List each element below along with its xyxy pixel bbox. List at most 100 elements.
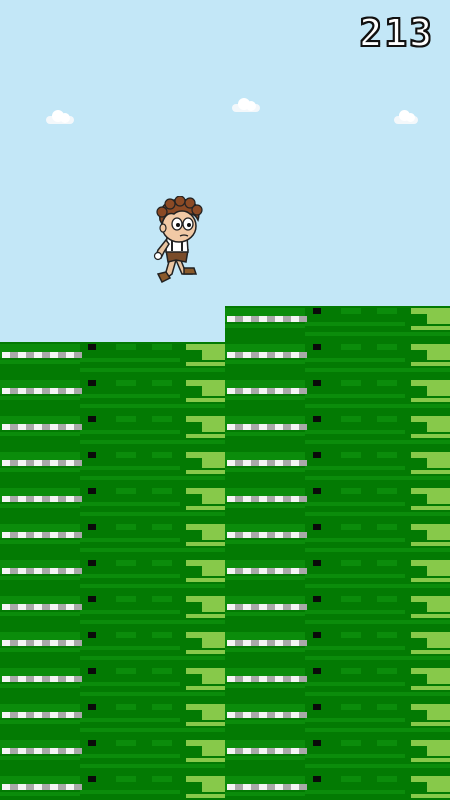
grass-notch bbox=[341, 632, 361, 638]
stripe-white bbox=[243, 676, 251, 682]
grass-band bbox=[305, 440, 450, 444]
grass-notch bbox=[116, 416, 136, 422]
grass-light bbox=[411, 560, 450, 566]
grass-notch bbox=[341, 416, 361, 422]
notch bbox=[313, 344, 321, 350]
grass-light bbox=[427, 386, 450, 396]
grass-light bbox=[427, 458, 450, 468]
grass-notch bbox=[377, 344, 397, 350]
grass-light bbox=[202, 350, 225, 360]
stripe-gray bbox=[299, 748, 307, 754]
stripe-gray bbox=[10, 712, 18, 718]
grass-notch bbox=[152, 380, 172, 386]
stripe-white bbox=[259, 532, 267, 538]
grass-band bbox=[80, 574, 180, 578]
stripe-gray bbox=[42, 712, 50, 718]
stripe-gray bbox=[251, 748, 259, 754]
stripe-gray bbox=[58, 532, 66, 538]
grass-band bbox=[0, 648, 80, 652]
stripe-gray bbox=[299, 352, 307, 358]
stripe-gray bbox=[42, 532, 50, 538]
stripe-gray bbox=[42, 460, 50, 466]
stripe-gray bbox=[283, 568, 291, 574]
grass-light bbox=[186, 650, 225, 654]
stripe-white bbox=[2, 712, 10, 718]
stripe-gray bbox=[267, 784, 275, 790]
notch bbox=[88, 740, 96, 746]
stripe-gray bbox=[235, 532, 243, 538]
stripe-gray bbox=[235, 712, 243, 718]
grass-notch bbox=[341, 452, 361, 458]
grass-notch bbox=[377, 380, 397, 386]
grass-light bbox=[411, 506, 450, 510]
stripe-white bbox=[34, 604, 42, 610]
stripe-white bbox=[243, 388, 251, 394]
stripe-white bbox=[291, 568, 299, 574]
stripe-white bbox=[50, 460, 58, 466]
stripe-gray bbox=[74, 712, 82, 718]
stripe-white bbox=[66, 604, 74, 610]
stripe-white bbox=[259, 712, 267, 718]
grass-light bbox=[202, 566, 225, 576]
stripe-white bbox=[34, 676, 42, 682]
stripe-gray bbox=[299, 496, 307, 502]
grass-notch bbox=[377, 776, 397, 782]
grass-band bbox=[305, 476, 450, 480]
stripe-white bbox=[227, 568, 235, 574]
stripe-white bbox=[291, 748, 299, 754]
stripe-gray bbox=[74, 784, 82, 790]
grass-band bbox=[0, 792, 80, 796]
grass-light bbox=[427, 314, 450, 324]
grass-band bbox=[80, 692, 225, 696]
stripe-gray bbox=[283, 532, 291, 538]
stripe-white bbox=[243, 748, 251, 754]
grass-band bbox=[80, 620, 225, 624]
grass-notch bbox=[341, 344, 361, 350]
notch bbox=[313, 776, 321, 782]
grass-light bbox=[411, 650, 450, 654]
grass-notch bbox=[341, 668, 361, 674]
grass-light bbox=[202, 386, 225, 396]
grass-band bbox=[80, 394, 180, 398]
grass-band bbox=[80, 538, 180, 542]
stripe-white bbox=[34, 532, 42, 538]
stripe-gray bbox=[267, 640, 275, 646]
stripe-gray bbox=[58, 424, 66, 430]
grass-light bbox=[411, 416, 450, 422]
stripe-white bbox=[291, 604, 299, 610]
grass-band bbox=[305, 584, 450, 588]
stripe-gray bbox=[10, 352, 18, 358]
grass-band bbox=[225, 792, 305, 796]
stripe-gray bbox=[235, 784, 243, 790]
grass-band bbox=[80, 728, 225, 732]
stripe-white bbox=[243, 640, 251, 646]
stripe-gray bbox=[235, 640, 243, 646]
grass-band bbox=[80, 646, 180, 650]
grass-notch bbox=[341, 740, 361, 746]
grass-light bbox=[186, 794, 225, 798]
stripe-gray bbox=[267, 496, 275, 502]
grass-light bbox=[186, 434, 225, 438]
notch bbox=[313, 452, 321, 458]
notch bbox=[88, 380, 96, 386]
grass-notch bbox=[377, 416, 397, 422]
player-character[interactable] bbox=[148, 196, 208, 286]
stripe-white bbox=[34, 712, 42, 718]
grass-light bbox=[411, 740, 450, 746]
grass-notch bbox=[152, 596, 172, 602]
grass-light bbox=[202, 674, 225, 684]
grass-notch bbox=[152, 344, 172, 350]
grass-band bbox=[305, 322, 405, 326]
stripe-white bbox=[259, 676, 267, 682]
grass-band bbox=[305, 620, 450, 624]
grass-band bbox=[225, 468, 305, 472]
game-stage[interactable]: 213 bbox=[0, 0, 450, 800]
stripe-gray bbox=[10, 784, 18, 790]
stripe-gray bbox=[251, 784, 259, 790]
stripe-gray bbox=[251, 640, 259, 646]
stripe-gray bbox=[283, 316, 291, 322]
grass-band bbox=[225, 684, 305, 688]
stripe-gray bbox=[283, 640, 291, 646]
stripe-gray bbox=[283, 352, 291, 358]
stripe-white bbox=[259, 316, 267, 322]
